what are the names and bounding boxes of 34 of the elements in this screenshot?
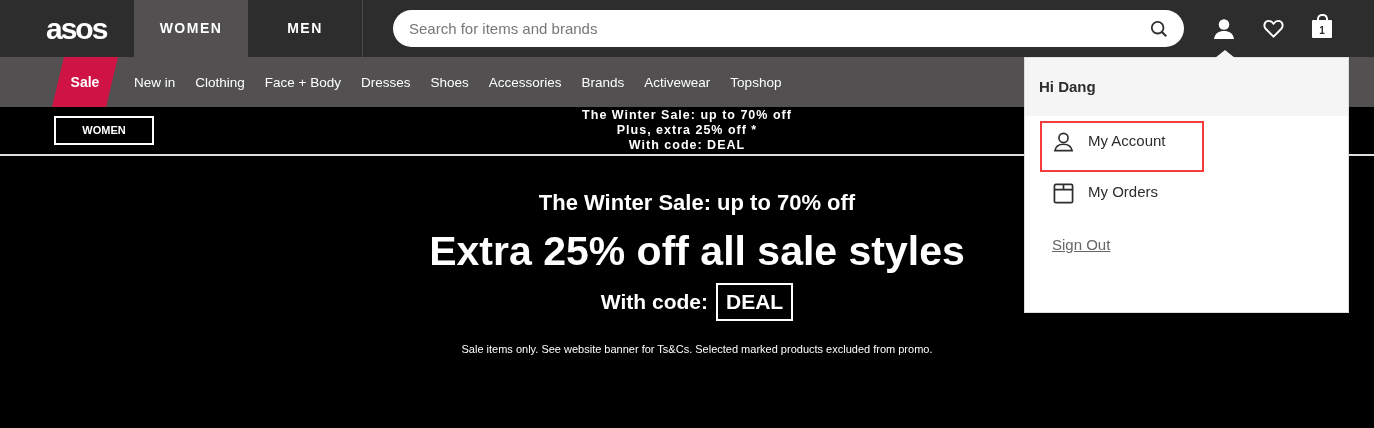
search-field[interactable]: Search for items and brands: [393, 10, 1184, 47]
greeting-text: Hi Dang: [1025, 58, 1348, 116]
promo-text: Plus, extra 25% off *: [616, 123, 758, 138]
nav-link[interactable]: Dresses: [360, 74, 411, 90]
nav-link[interactable]: Shoes: [430, 74, 469, 90]
nav-link[interactable]: New in: [134, 74, 176, 90]
user-icon[interactable]: [1213, 17, 1235, 40]
user-icon: [1053, 132, 1074, 152]
nav-link[interactable]: Accessories: [488, 74, 562, 90]
promo-subheading: The Winter Sale: up to 70% off: [538, 190, 856, 216]
search-icon[interactable]: [1150, 20, 1168, 38]
promo-headline: Extra 25% off all sale styles: [429, 228, 965, 275]
code-label: With code:: [600, 290, 708, 314]
box-icon: [1053, 183, 1074, 204]
sign-out-link[interactable]: Sign Out: [1052, 236, 1111, 253]
promo-text: The Winter Sale: up to 70% off: [582, 108, 792, 123]
nav-link[interactable]: Brands: [581, 74, 625, 90]
terms-text: Sale items only. See website banner for Ts&Cs. Selected marked products excluded from promo.: [461, 343, 933, 355]
sale-link[interactable]: Sale: [52, 57, 118, 107]
dropdown-caret: [1215, 50, 1235, 58]
heart-icon[interactable]: [1263, 19, 1284, 38]
gender-tab[interactable]: WOMEN: [134, 0, 248, 57]
menu-item[interactable]: My Orders: [1040, 172, 1204, 223]
women-button[interactable]: WOMEN: [54, 116, 154, 145]
nav-link[interactable]: Topshop: [730, 74, 782, 90]
menu-item[interactable]: My Account: [1040, 121, 1204, 172]
nav-link[interactable]: Face + Body: [264, 74, 341, 90]
nav-link[interactable]: Clothing: [195, 74, 245, 90]
cart-count: 1: [1319, 23, 1325, 38]
promo-text: With code: DEAL: [628, 138, 746, 153]
promo-code: DEAL: [716, 283, 794, 321]
nav-link[interactable]: Activewear: [644, 74, 711, 90]
gender-tab[interactable]: MEN: [248, 0, 362, 57]
logo[interactable]: asos: [0, 0, 134, 57]
